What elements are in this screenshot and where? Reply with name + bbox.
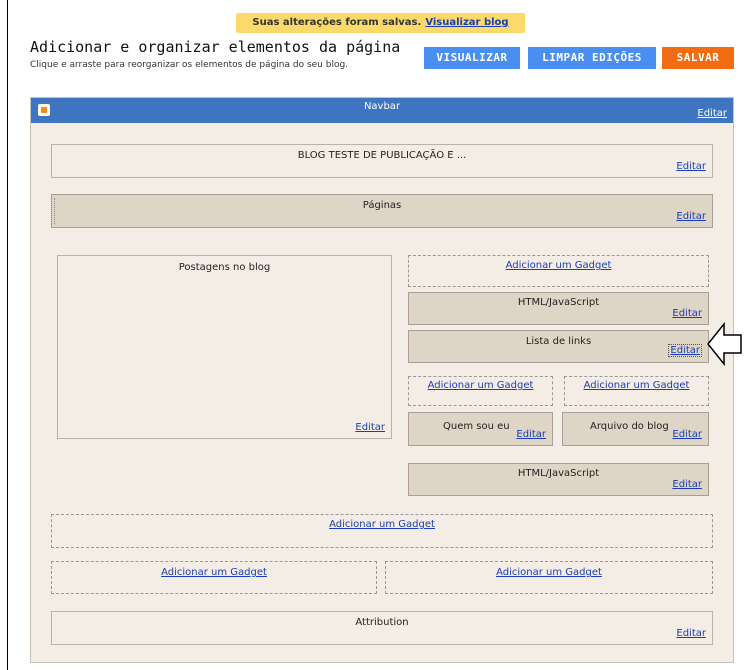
blog-archive-edit-link[interactable]: Editar: [672, 429, 702, 440]
html-javascript-2-title: HTML/JavaScript: [517, 468, 600, 479]
about-me-widget[interactable]: Quem sou eu Editar: [408, 412, 553, 446]
save-button[interactable]: SALVAR: [662, 47, 734, 69]
header-widget[interactable]: BLOG TESTE DE PUBLICAÇÃO E ... Editar: [51, 144, 713, 178]
page-title: Adicionar e organizar elementos da págin…: [30, 38, 401, 56]
blog-posts-widget[interactable]: Postagens no blog Editar: [57, 255, 392, 439]
arrow-left-icon: [707, 321, 742, 367]
html-javascript-title: HTML/JavaScript: [517, 297, 600, 308]
navbar-edit-link[interactable]: Editar: [697, 108, 727, 119]
footer-right-add-gadget-link[interactable]: Adicionar um Gadget: [386, 567, 712, 578]
header-widget-title: BLOG TESTE DE PUBLICAÇÃO E ...: [297, 150, 467, 161]
column-left-add-gadget-link[interactable]: Adicionar um Gadget: [409, 380, 552, 391]
blog-archive-widget[interactable]: Arquivo do blog Editar: [562, 412, 709, 446]
sidebar-add-gadget-link[interactable]: Adicionar um Gadget: [409, 260, 708, 271]
column-right-add-gadget-link[interactable]: Adicionar um Gadget: [565, 380, 708, 391]
pages-widget-title: Páginas: [362, 200, 402, 211]
pages-widget[interactable]: Páginas Editar: [51, 194, 713, 228]
sidebar-add-gadget[interactable]: Adicionar um Gadget: [408, 255, 709, 287]
footer-add-gadget[interactable]: Adicionar um Gadget: [51, 514, 713, 548]
attribution-widget[interactable]: Attribution Editar: [51, 611, 713, 645]
html-javascript-2-edit-link[interactable]: Editar: [672, 479, 702, 490]
clear-edits-button[interactable]: LIMPAR EDIÇÕES: [528, 47, 656, 69]
attribution-title: Attribution: [355, 617, 409, 628]
blog-posts-title: Postagens no blog: [178, 262, 271, 273]
html-javascript-widget-2[interactable]: HTML/JavaScript Editar: [408, 463, 709, 496]
html-javascript-edit-link[interactable]: Editar: [672, 308, 702, 319]
html-javascript-widget[interactable]: HTML/JavaScript Editar: [408, 292, 709, 325]
header-edit-link[interactable]: Editar: [676, 161, 706, 172]
column-right-add-gadget[interactable]: Adicionar um Gadget: [564, 376, 709, 406]
about-me-edit-link[interactable]: Editar: [516, 429, 546, 440]
blog-posts-edit-link[interactable]: Editar: [355, 422, 385, 433]
footer-left-add-gadget[interactable]: Adicionar um Gadget: [51, 561, 377, 594]
link-list-title: Lista de links: [525, 336, 592, 347]
layout-canvas: Navbar Editar BLOG TESTE DE PUBLICAÇÃO E…: [30, 97, 734, 663]
footer-add-gadget-link[interactable]: Adicionar um Gadget: [52, 519, 712, 530]
saved-notice-text: Suas alterações foram salvas.: [252, 17, 422, 28]
navbar-title: Navbar: [363, 101, 401, 112]
page-subtitle: Clique e arraste para reorganizar os ele…: [30, 60, 349, 70]
frame-border: [7, 0, 8, 670]
view-blog-link[interactable]: Visualizar blog: [425, 17, 508, 28]
saved-notice: Suas alterações foram salvas. Visualizar …: [236, 13, 525, 33]
attribution-edit-link[interactable]: Editar: [676, 628, 706, 639]
navbar-widget[interactable]: Navbar Editar: [31, 98, 733, 123]
preview-button[interactable]: VISUALIZAR: [424, 47, 520, 69]
footer-left-add-gadget-link[interactable]: Adicionar um Gadget: [52, 567, 376, 578]
pages-edit-link[interactable]: Editar: [676, 211, 706, 222]
link-list-edit-link[interactable]: Editar: [668, 344, 702, 357]
column-left-add-gadget[interactable]: Adicionar um Gadget: [408, 376, 553, 406]
link-list-widget[interactable]: Lista de links Editar: [408, 330, 709, 363]
footer-right-add-gadget[interactable]: Adicionar um Gadget: [385, 561, 713, 594]
